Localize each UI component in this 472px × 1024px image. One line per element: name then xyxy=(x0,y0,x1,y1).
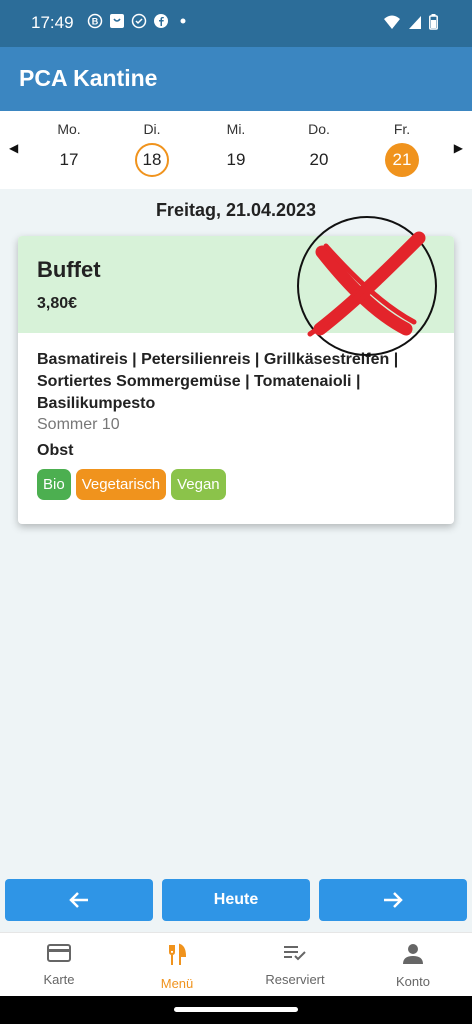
meal-name: Buffet xyxy=(37,257,101,282)
meal-price: 3,80€ xyxy=(37,295,78,312)
list-check-icon xyxy=(284,946,306,961)
tag-vegetarian: Vegetarisch xyxy=(75,469,167,500)
weekday-label: Fr. xyxy=(393,121,411,137)
status-bar: 17:49 B xyxy=(0,0,472,47)
nav-karte[interactable]: Karte xyxy=(0,943,118,987)
bottom-navigation: Karte Menü Reserviert Konto xyxy=(0,932,472,996)
wifi-icon xyxy=(384,15,400,29)
shopping-bag-icon xyxy=(110,14,124,28)
cutlery-icon xyxy=(169,943,187,965)
facebook-icon xyxy=(154,14,168,28)
prev-week-icon[interactable]: ◀ xyxy=(9,141,18,155)
app-bar: PCA Kantine xyxy=(0,47,472,111)
next-week-icon[interactable]: ▶ xyxy=(454,141,463,155)
day-wednesday[interactable]: Mi. 19 xyxy=(206,121,266,177)
red-x-icon xyxy=(297,216,437,356)
next-day-button[interactable] xyxy=(319,879,467,921)
person-icon xyxy=(403,944,423,964)
dot-icon xyxy=(180,18,186,24)
day-monday[interactable]: Mo. 17 xyxy=(39,121,99,177)
day-number: 20 xyxy=(309,150,329,169)
meal-side: Obst xyxy=(37,442,74,459)
home-gesture-handle[interactable] xyxy=(174,1007,298,1012)
b-circle-icon: B xyxy=(87,13,103,29)
weekday-label: Di. xyxy=(143,121,161,137)
check-circle-icon xyxy=(131,13,147,29)
today-button[interactable]: Heute xyxy=(162,879,310,921)
battery-icon xyxy=(429,14,438,30)
day-navigation: Heute xyxy=(0,879,472,921)
day-thursday[interactable]: Do. 20 xyxy=(289,121,349,177)
signal-icon xyxy=(409,16,421,29)
day-number: 17 xyxy=(59,150,79,169)
tag-vegan: Vegan xyxy=(171,469,226,500)
meal-description: Basmatireis | Petersilienreis | Grillkäs… xyxy=(37,351,399,412)
card-icon xyxy=(47,944,71,962)
nav-konto[interactable]: Konto xyxy=(354,943,472,989)
system-icons xyxy=(383,14,438,30)
status-time: 17:49 xyxy=(31,13,74,32)
tag-bio: Bio xyxy=(37,469,71,500)
weekday-label: Do. xyxy=(308,121,330,137)
notification-icons: B xyxy=(87,13,191,29)
day-number: 19 xyxy=(226,150,246,169)
nav-label: Reserviert xyxy=(265,972,325,987)
previous-day-button[interactable] xyxy=(5,879,153,921)
weekday-label: Mo. xyxy=(57,121,81,137)
nav-label: Karte xyxy=(43,972,75,987)
nav-label: Menü xyxy=(160,976,194,991)
day-tuesday[interactable]: Di. 18 xyxy=(122,121,182,177)
nav-reserviert[interactable]: Reserviert xyxy=(236,943,354,987)
arrow-right-icon xyxy=(384,891,403,908)
day-number-selected: 21 xyxy=(385,143,419,177)
meal-tags: Bio Vegetarisch Vegan xyxy=(37,469,435,500)
app-title: PCA Kantine xyxy=(19,65,158,91)
meal-location: Sommer 10 xyxy=(37,416,120,433)
week-selector: ◀ Mo. 17 Di. 18 Mi. 19 Do. 20 Fr. 21 ▶ xyxy=(0,111,472,189)
day-number-today: 18 xyxy=(135,143,169,177)
svg-text:B: B xyxy=(92,17,99,27)
day-friday[interactable]: Fr. 21 xyxy=(372,121,432,177)
weekday-label: Mi. xyxy=(226,121,246,137)
arrow-left-icon xyxy=(69,891,88,908)
nav-label: Konto xyxy=(396,974,430,989)
meal-card-body: Basmatireis | Petersilienreis | Grillkäs… xyxy=(18,333,454,500)
system-navigation-bar xyxy=(0,996,472,1024)
nav-menu[interactable]: Menü xyxy=(118,943,236,991)
